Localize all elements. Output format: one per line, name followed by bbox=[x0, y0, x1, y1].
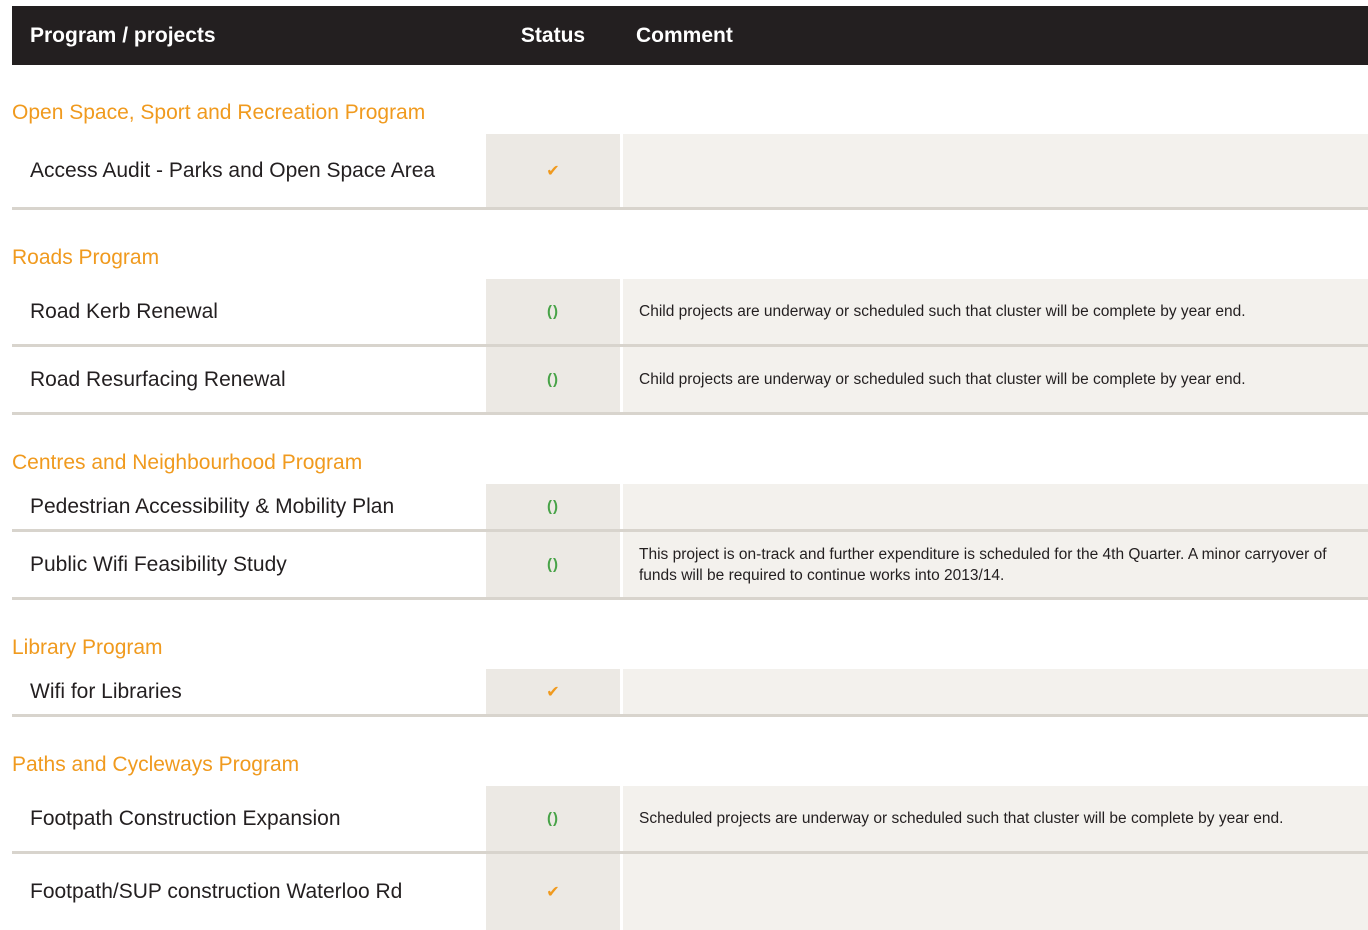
project-name: Footpath/SUP construction Waterloo Rd bbox=[12, 854, 486, 930]
status-cell: () bbox=[486, 484, 620, 529]
complete-check-icon: ✔ bbox=[546, 683, 560, 701]
comment-cell bbox=[620, 134, 1368, 207]
program-group-centres: Centres and Neighbourhood Program Pedest… bbox=[12, 415, 1368, 600]
table-row: Public Wifi Feasibility Study () This pr… bbox=[12, 532, 1368, 600]
project-name: Public Wifi Feasibility Study bbox=[12, 532, 486, 597]
comment-cell: Child projects are underway or scheduled… bbox=[620, 347, 1368, 412]
table-row: Pedestrian Accessibility & Mobility Plan… bbox=[12, 484, 1368, 532]
comment-cell: This project is on-track and further exp… bbox=[620, 532, 1368, 597]
status-cell: () bbox=[486, 786, 620, 851]
program-group-library: Library Program Wifi for Libraries ✔ bbox=[12, 600, 1368, 717]
in-progress-icon: () bbox=[547, 556, 559, 573]
program-title: Open Space, Sport and Recreation Program bbox=[12, 101, 426, 124]
table-row: Footpath Construction Expansion () Sched… bbox=[12, 786, 1368, 854]
complete-check-icon: ✔ bbox=[546, 162, 560, 180]
table-row: Road Kerb Renewal () Child projects are … bbox=[12, 279, 1368, 347]
project-name: Road Kerb Renewal bbox=[12, 279, 486, 344]
comment-cell: Child projects are underway or scheduled… bbox=[620, 279, 1368, 344]
column-header-comment: Comment bbox=[636, 23, 733, 47]
comment-cell: Scheduled projects are underway or sched… bbox=[620, 786, 1368, 851]
status-cell: ✔ bbox=[486, 134, 620, 207]
program-title: Paths and Cycleways Program bbox=[12, 753, 300, 776]
in-progress-icon: () bbox=[547, 303, 559, 320]
program-title: Roads Program bbox=[12, 246, 160, 269]
project-name: Access Audit - Parks and Open Space Area bbox=[12, 134, 486, 207]
program-title: Centres and Neighbourhood Program bbox=[12, 451, 363, 474]
complete-check-icon: ✔ bbox=[546, 884, 560, 901]
in-progress-icon: () bbox=[547, 498, 559, 515]
project-name: Pedestrian Accessibility & Mobility Plan bbox=[12, 484, 486, 529]
status-cell: () bbox=[486, 532, 620, 597]
projects-table: Program / projects Status Comment Open S… bbox=[12, 6, 1368, 930]
table-row: Wifi for Libraries ✔ bbox=[12, 669, 1368, 717]
status-cell: ✔ bbox=[486, 854, 620, 930]
comment-cell bbox=[620, 669, 1368, 714]
in-progress-icon: () bbox=[547, 810, 559, 827]
project-name: Wifi for Libraries bbox=[12, 669, 486, 714]
table-row: Access Audit - Parks and Open Space Area… bbox=[12, 134, 1368, 210]
comment-cell bbox=[620, 854, 1368, 930]
column-header-program: Program / projects bbox=[30, 23, 216, 47]
program-group-open-space: Open Space, Sport and Recreation Program… bbox=[12, 65, 1368, 210]
program-title: Library Program bbox=[12, 636, 163, 659]
table-row: Road Resurfacing Renewal () Child projec… bbox=[12, 347, 1368, 415]
status-cell: () bbox=[486, 279, 620, 344]
program-group-roads: Roads Program Road Kerb Renewal () Child… bbox=[12, 210, 1368, 415]
table-row: Footpath/SUP construction Waterloo Rd ✔ bbox=[12, 854, 1368, 930]
status-cell: () bbox=[486, 347, 620, 412]
column-header-status: Status bbox=[520, 23, 586, 47]
project-name: Footpath Construction Expansion bbox=[12, 786, 486, 851]
project-name: Road Resurfacing Renewal bbox=[12, 347, 486, 412]
program-group-paths: Paths and Cycleways Program Footpath Con… bbox=[12, 717, 1368, 930]
in-progress-icon: () bbox=[547, 371, 559, 388]
table-header: Program / projects Status Comment bbox=[12, 6, 1368, 65]
status-cell: ✔ bbox=[486, 669, 620, 714]
comment-cell bbox=[620, 484, 1368, 529]
